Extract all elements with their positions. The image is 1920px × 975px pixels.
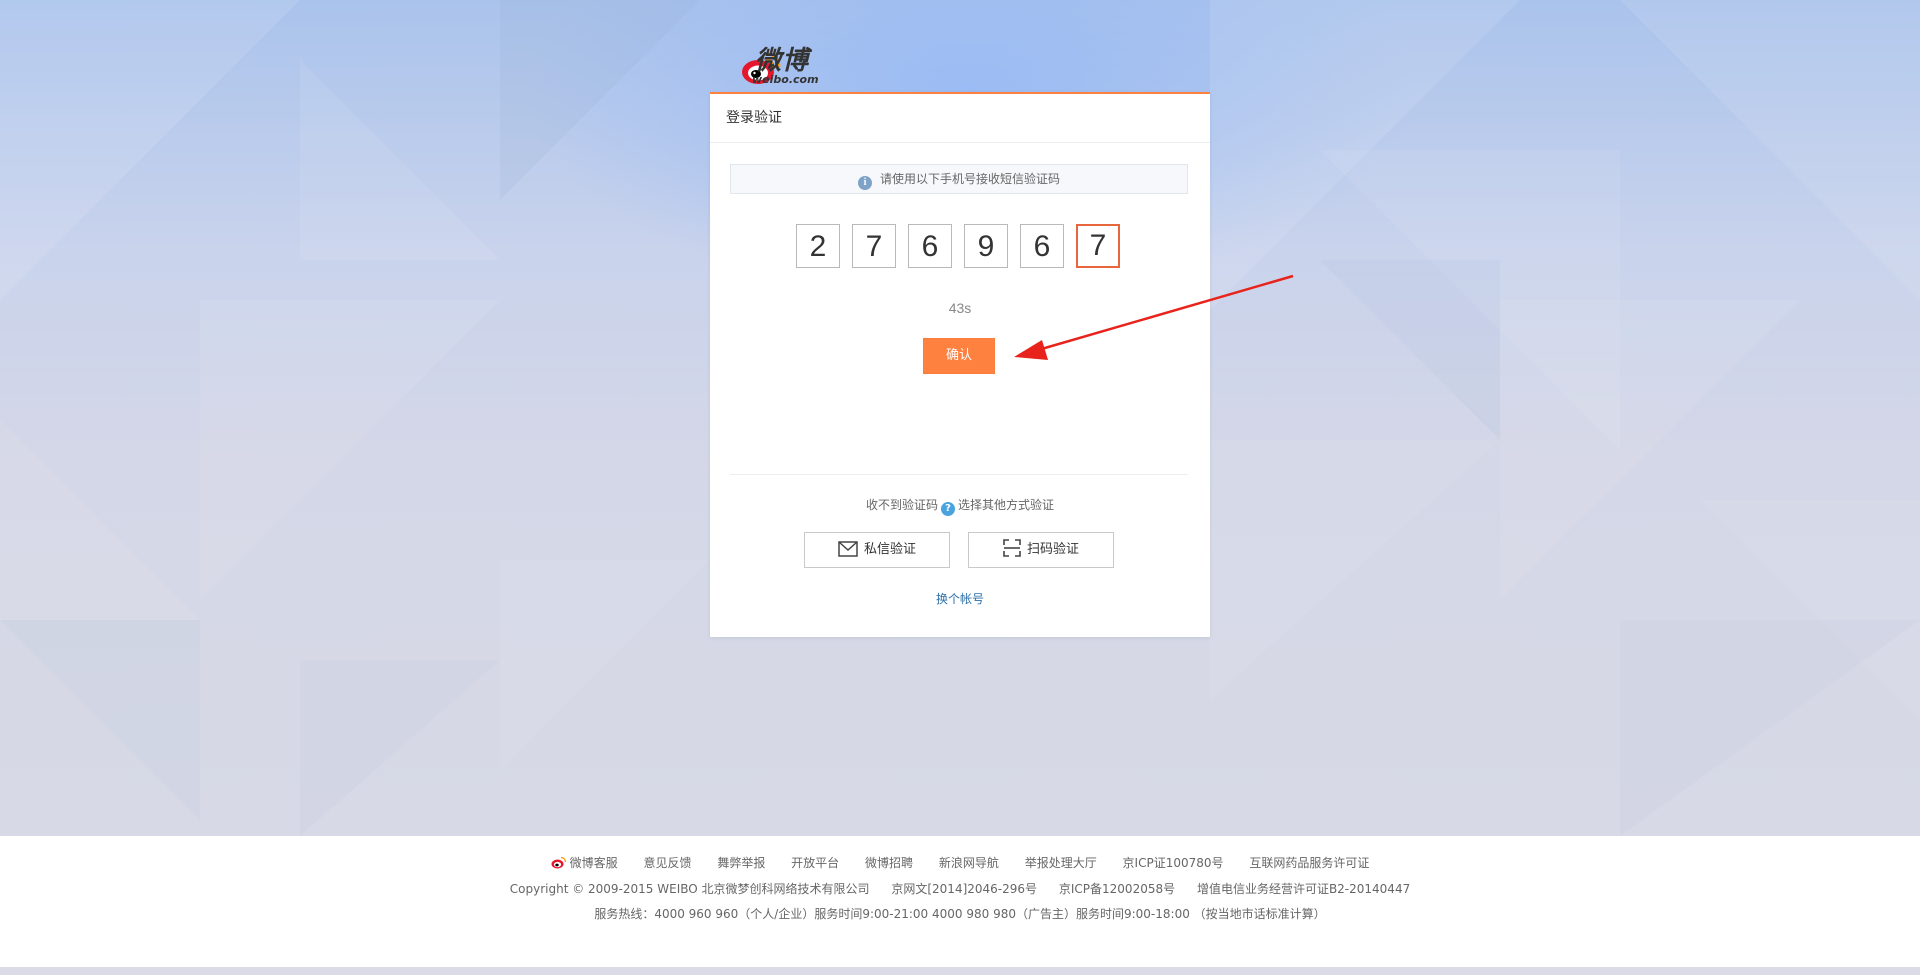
alternative-methods-line: 收不到验证码? 选择其他方式验证 (710, 496, 1210, 516)
footer-link-report-center[interactable]: 举报处理大厅 (1025, 856, 1097, 870)
sms-tip-box: i 请使用以下手机号接收短信验证码 (730, 164, 1188, 194)
card-title: 登录验证 (710, 94, 1210, 143)
code-digit-input[interactable]: 7 (852, 224, 896, 268)
switch-account-link[interactable]: 换个帐号 (710, 590, 1210, 607)
footer-bottom-strip (0, 967, 1920, 975)
verification-code-inputs: 2 7 6 9 6 7 (796, 224, 1126, 270)
scan-verify-button[interactable]: 扫码验证 (968, 532, 1114, 568)
logo-domain: weibo.com (752, 73, 819, 86)
footer-link-sina-nav[interactable]: 新浪网导航 (939, 856, 999, 870)
footer-copyright: Copyright © 2009-2015 WEIBO 北京微梦创科网络技术有限… (509, 882, 870, 896)
confirm-button[interactable]: 确认 (923, 338, 995, 374)
code-digit-input[interactable]: 6 (908, 224, 952, 268)
scan-qr-icon (1003, 539, 1021, 557)
footer-link-fraud-report[interactable]: 舞弊举报 (717, 856, 765, 870)
envelope-icon (838, 541, 858, 557)
logo-wordmark: 微博 (755, 46, 810, 76)
footer-net-culture-license[interactable]: 京网文[2014]2046-296号 (891, 882, 1037, 896)
no-code-text: 收不到验证码 (865, 498, 938, 512)
code-digit-input[interactable]: 9 (964, 224, 1008, 268)
footer-copyright-row: Copyright © 2009-2015 WEIBO 北京微梦创科网络技术有限… (0, 880, 1920, 897)
resend-countdown: 43s (948, 300, 972, 316)
page-footer: 微博客服 意见反馈 舞弊举报 开放平台 微博招聘 新浪网导航 举报处理大厅 京I… (0, 836, 1920, 967)
footer-link-feedback[interactable]: 意见反馈 (643, 856, 691, 870)
login-verification-card: 登录验证 i 请使用以下手机号接收短信验证码 2 7 6 9 6 7 43s 确认… (710, 92, 1210, 637)
sms-tip-text: 请使用以下手机号接收短信验证码 (879, 172, 1060, 186)
code-digit-input[interactable]: 6 (1020, 224, 1064, 268)
footer-telecom-license[interactable]: 增值电信业务经营许可证B2-20140447 (1197, 882, 1410, 896)
footer-link-icp-license[interactable]: 京ICP证100780号 (1123, 856, 1224, 870)
footer-links-row: 微博客服 意见反馈 舞弊举报 开放平台 微博招聘 新浪网导航 举报处理大厅 京I… (0, 854, 1920, 871)
help-question-icon[interactable]: ? (941, 502, 955, 516)
scan-verify-label: 扫码验证 (1026, 542, 1079, 557)
footer-link-careers[interactable]: 微博招聘 (865, 856, 913, 870)
info-icon: i (857, 176, 872, 190)
footer-link-open-platform[interactable]: 开放平台 (791, 856, 839, 870)
private-message-verify-button[interactable]: 私信验证 (804, 532, 950, 568)
weibo-mini-icon (551, 856, 566, 869)
footer-link-customer-service[interactable]: 微博客服 (551, 856, 622, 870)
footer-hotline: 服务热线：4000 960 960（个人/企业）服务时间9:00-21:00 4… (594, 907, 1326, 921)
code-digit-input-active[interactable]: 7 (1076, 224, 1120, 268)
footer-link-drug-license[interactable]: 互联网药品服务许可证 (1249, 856, 1369, 870)
choose-other-text: 选择其他方式验证 (958, 498, 1055, 512)
private-message-verify-label: 私信验证 (863, 542, 916, 557)
footer-icp-record[interactable]: 京ICP备12002058号 (1059, 882, 1175, 896)
code-digit-input[interactable]: 2 (796, 224, 840, 268)
divider (730, 474, 1188, 475)
